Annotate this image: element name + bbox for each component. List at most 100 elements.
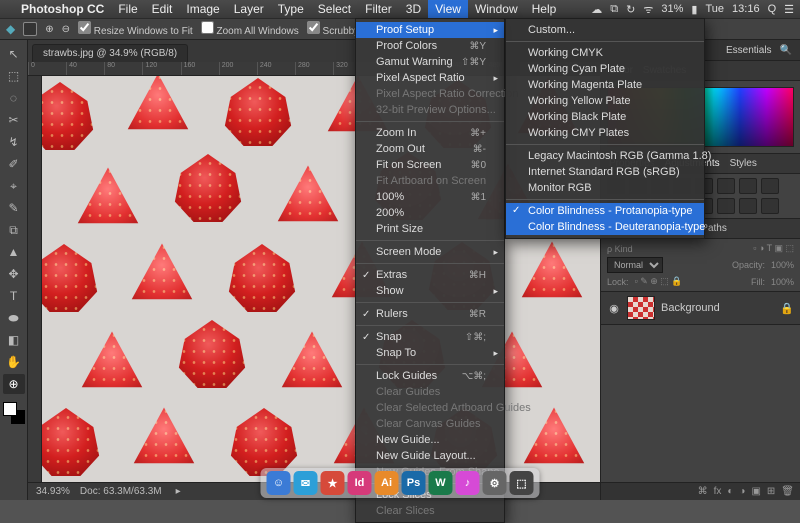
fill-adj-icon[interactable]: ◑ — [739, 486, 745, 497]
menuitem-working-magenta-plate[interactable]: Working Magenta Plate — [506, 77, 704, 93]
tool-13[interactable]: ◧ — [3, 330, 25, 350]
menuitem-working-cmy-plates[interactable]: Working CMY Plates — [506, 125, 704, 141]
tool-11[interactable]: T — [3, 286, 25, 306]
menuitem-legacy-macintosh-rgb-gamma-1-8-[interactable]: Legacy Macintosh RGB (Gamma 1.8) — [506, 148, 704, 164]
menuitem-lock-guides[interactable]: Lock Guides⌥⌘; — [356, 368, 504, 384]
resize-windows-checkbox[interactable]: Resize Windows to Fit — [78, 21, 193, 37]
menuitem-internet-standard-rgb-srgb-[interactable]: Internet Standard RGB (sRGB) — [506, 164, 704, 180]
document-tab[interactable]: strawbs.jpg @ 34.9% (RGB/8) — [32, 44, 188, 62]
menu-edit[interactable]: Edit — [145, 0, 180, 18]
dock-app[interactable]: Ps — [402, 471, 426, 495]
menuitem-working-black-plate[interactable]: Working Black Plate — [506, 109, 704, 125]
menuitem-proof-setup[interactable]: Proof Setup — [356, 22, 504, 38]
battery-icon[interactable]: ▮ — [691, 3, 697, 16]
menu-type[interactable]: Type — [271, 0, 311, 18]
menuitem-monitor-rgb[interactable]: Monitor RGB — [506, 180, 704, 196]
mask-icon[interactable]: ◐ — [727, 486, 733, 497]
zoom-all-checkbox[interactable]: Zoom All Windows — [201, 21, 299, 37]
menuitem-new-guide-layout-[interactable]: New Guide Layout... — [356, 448, 504, 464]
tab-styles[interactable]: Styles — [730, 158, 757, 169]
cloud-icon[interactable]: ☁ — [591, 3, 602, 16]
dock-app[interactable]: W — [429, 471, 453, 495]
tool-6[interactable]: ⌖ — [3, 176, 25, 196]
fx-icon[interactable]: fx — [714, 486, 722, 497]
menubar-app[interactable]: Photoshop CC — [14, 0, 111, 18]
zoom-out-icon[interactable]: ⊖ — [62, 24, 70, 35]
dock-app[interactable]: ☺ — [267, 471, 291, 495]
tool-14[interactable]: ✋ — [3, 352, 25, 372]
wifi-icon[interactable]: ᯤ — [643, 2, 653, 17]
menuitem-color-blindness-deuteranopia-type[interactable]: Color Blindness - Deuteranopia-type — [506, 219, 704, 235]
menuitem-print-size[interactable]: Print Size — [356, 221, 504, 237]
menuitem-color-blindness-protanopia-type[interactable]: Color Blindness - Protanopia-type — [506, 203, 704, 219]
menuitem-new-guide-[interactable]: New Guide... — [356, 432, 504, 448]
dock-app[interactable]: ★ — [321, 471, 345, 495]
menuitem-gamut-warning[interactable]: Gamut Warning⇧⌘Y — [356, 54, 504, 70]
menuitem-snap[interactable]: Snap⇧⌘; — [356, 329, 504, 345]
layer-name[interactable]: Background — [661, 302, 720, 314]
menu-file[interactable]: File — [111, 0, 144, 18]
tool-1[interactable]: ⬚ — [3, 66, 25, 86]
menuitem-pixel-aspect-ratio[interactable]: Pixel Aspect Ratio — [356, 70, 504, 86]
tool-7[interactable]: ✎ — [3, 198, 25, 218]
tool-5[interactable]: ✐ — [3, 154, 25, 174]
dock-app[interactable]: Id — [348, 471, 372, 495]
menu-help[interactable]: Help — [525, 0, 564, 18]
dock-app[interactable]: ♪ — [456, 471, 480, 495]
tool-2[interactable]: ◌ — [3, 88, 25, 108]
menuitem-200-[interactable]: 200% — [356, 205, 504, 221]
status-docsize[interactable]: Doc: 63.3M/63.3M — [80, 486, 162, 497]
zoom-in-icon[interactable]: ⊕ — [45, 24, 53, 35]
menuitem-rulers[interactable]: Rulers⌘R — [356, 306, 504, 322]
menuitem-screen-mode[interactable]: Screen Mode — [356, 244, 504, 260]
visibility-icon[interactable]: ◉ — [607, 302, 621, 315]
layer-row[interactable]: ◉ Background 🔒 — [601, 291, 800, 325]
tool-4[interactable]: ↯ — [3, 132, 25, 152]
dock-app[interactable]: ✉ — [294, 471, 318, 495]
ruler-vertical[interactable] — [28, 76, 42, 482]
menuitem-extras[interactable]: Extras⌘H — [356, 267, 504, 283]
dropbox-icon[interactable]: ⧉ — [610, 3, 618, 16]
ps-home-icon[interactable]: ◆ — [6, 22, 15, 36]
spotlight-icon[interactable]: Q — [768, 3, 777, 15]
tool-0[interactable]: ↖ — [3, 44, 25, 64]
menu-3d[interactable]: 3D — [399, 0, 428, 18]
menuitem-100-[interactable]: 100%⌘1 — [356, 189, 504, 205]
foreground-background-swatch[interactable] — [3, 402, 25, 424]
menu-image[interactable]: Image — [179, 0, 226, 18]
menu-view[interactable]: View — [428, 0, 468, 18]
tool-9[interactable]: ▲ — [3, 242, 25, 262]
menuitem-zoom-out[interactable]: Zoom Out⌘- — [356, 141, 504, 157]
dock-app[interactable]: Ai — [375, 471, 399, 495]
zoom-tool-icon[interactable] — [23, 22, 37, 36]
menu-filter[interactable]: Filter — [358, 0, 399, 18]
menuitem-fit-on-screen[interactable]: Fit on Screen⌘0 — [356, 157, 504, 173]
dock-app[interactable]: ⚙ — [483, 471, 507, 495]
new-layer-icon[interactable]: ⊞ — [767, 486, 775, 497]
group-icon[interactable]: ▣ — [751, 486, 760, 497]
menuitem-snap-to[interactable]: Snap To — [356, 345, 504, 361]
menuitem-custom-[interactable]: Custom... — [506, 22, 704, 38]
menu-window[interactable]: Window — [468, 0, 525, 18]
menuitem-working-cyan-plate[interactable]: Working Cyan Plate — [506, 61, 704, 77]
tool-12[interactable]: ⬬ — [3, 308, 25, 328]
menu-layer[interactable]: Layer — [227, 0, 271, 18]
layer-thumbnail[interactable] — [627, 296, 655, 320]
menu-select[interactable]: Select — [311, 0, 358, 18]
link-icon[interactable]: ⌘ — [698, 486, 708, 497]
tool-10[interactable]: ✥ — [3, 264, 25, 284]
sync-icon[interactable]: ↻ — [626, 3, 635, 16]
menuitem-working-yellow-plate[interactable]: Working Yellow Plate — [506, 93, 704, 109]
menuitem-show[interactable]: Show — [356, 283, 504, 299]
blend-mode-select[interactable]: Normal — [607, 257, 663, 273]
menuitem-proof-colors[interactable]: Proof Colors⌘Y — [356, 38, 504, 54]
notifications-icon[interactable]: ☰ — [784, 3, 794, 16]
tool-15[interactable]: ⊕ — [3, 374, 25, 394]
menuitem-zoom-in[interactable]: Zoom In⌘+ — [356, 125, 504, 141]
menuitem-working-cmyk[interactable]: Working CMYK — [506, 45, 704, 61]
tool-8[interactable]: ⧉ — [3, 220, 25, 240]
trash-icon[interactable]: 🗑 — [781, 486, 794, 497]
dock-app[interactable]: ⬚ — [510, 471, 534, 495]
status-zoom[interactable]: 34.93% — [36, 486, 70, 497]
tool-3[interactable]: ✂ — [3, 110, 25, 130]
